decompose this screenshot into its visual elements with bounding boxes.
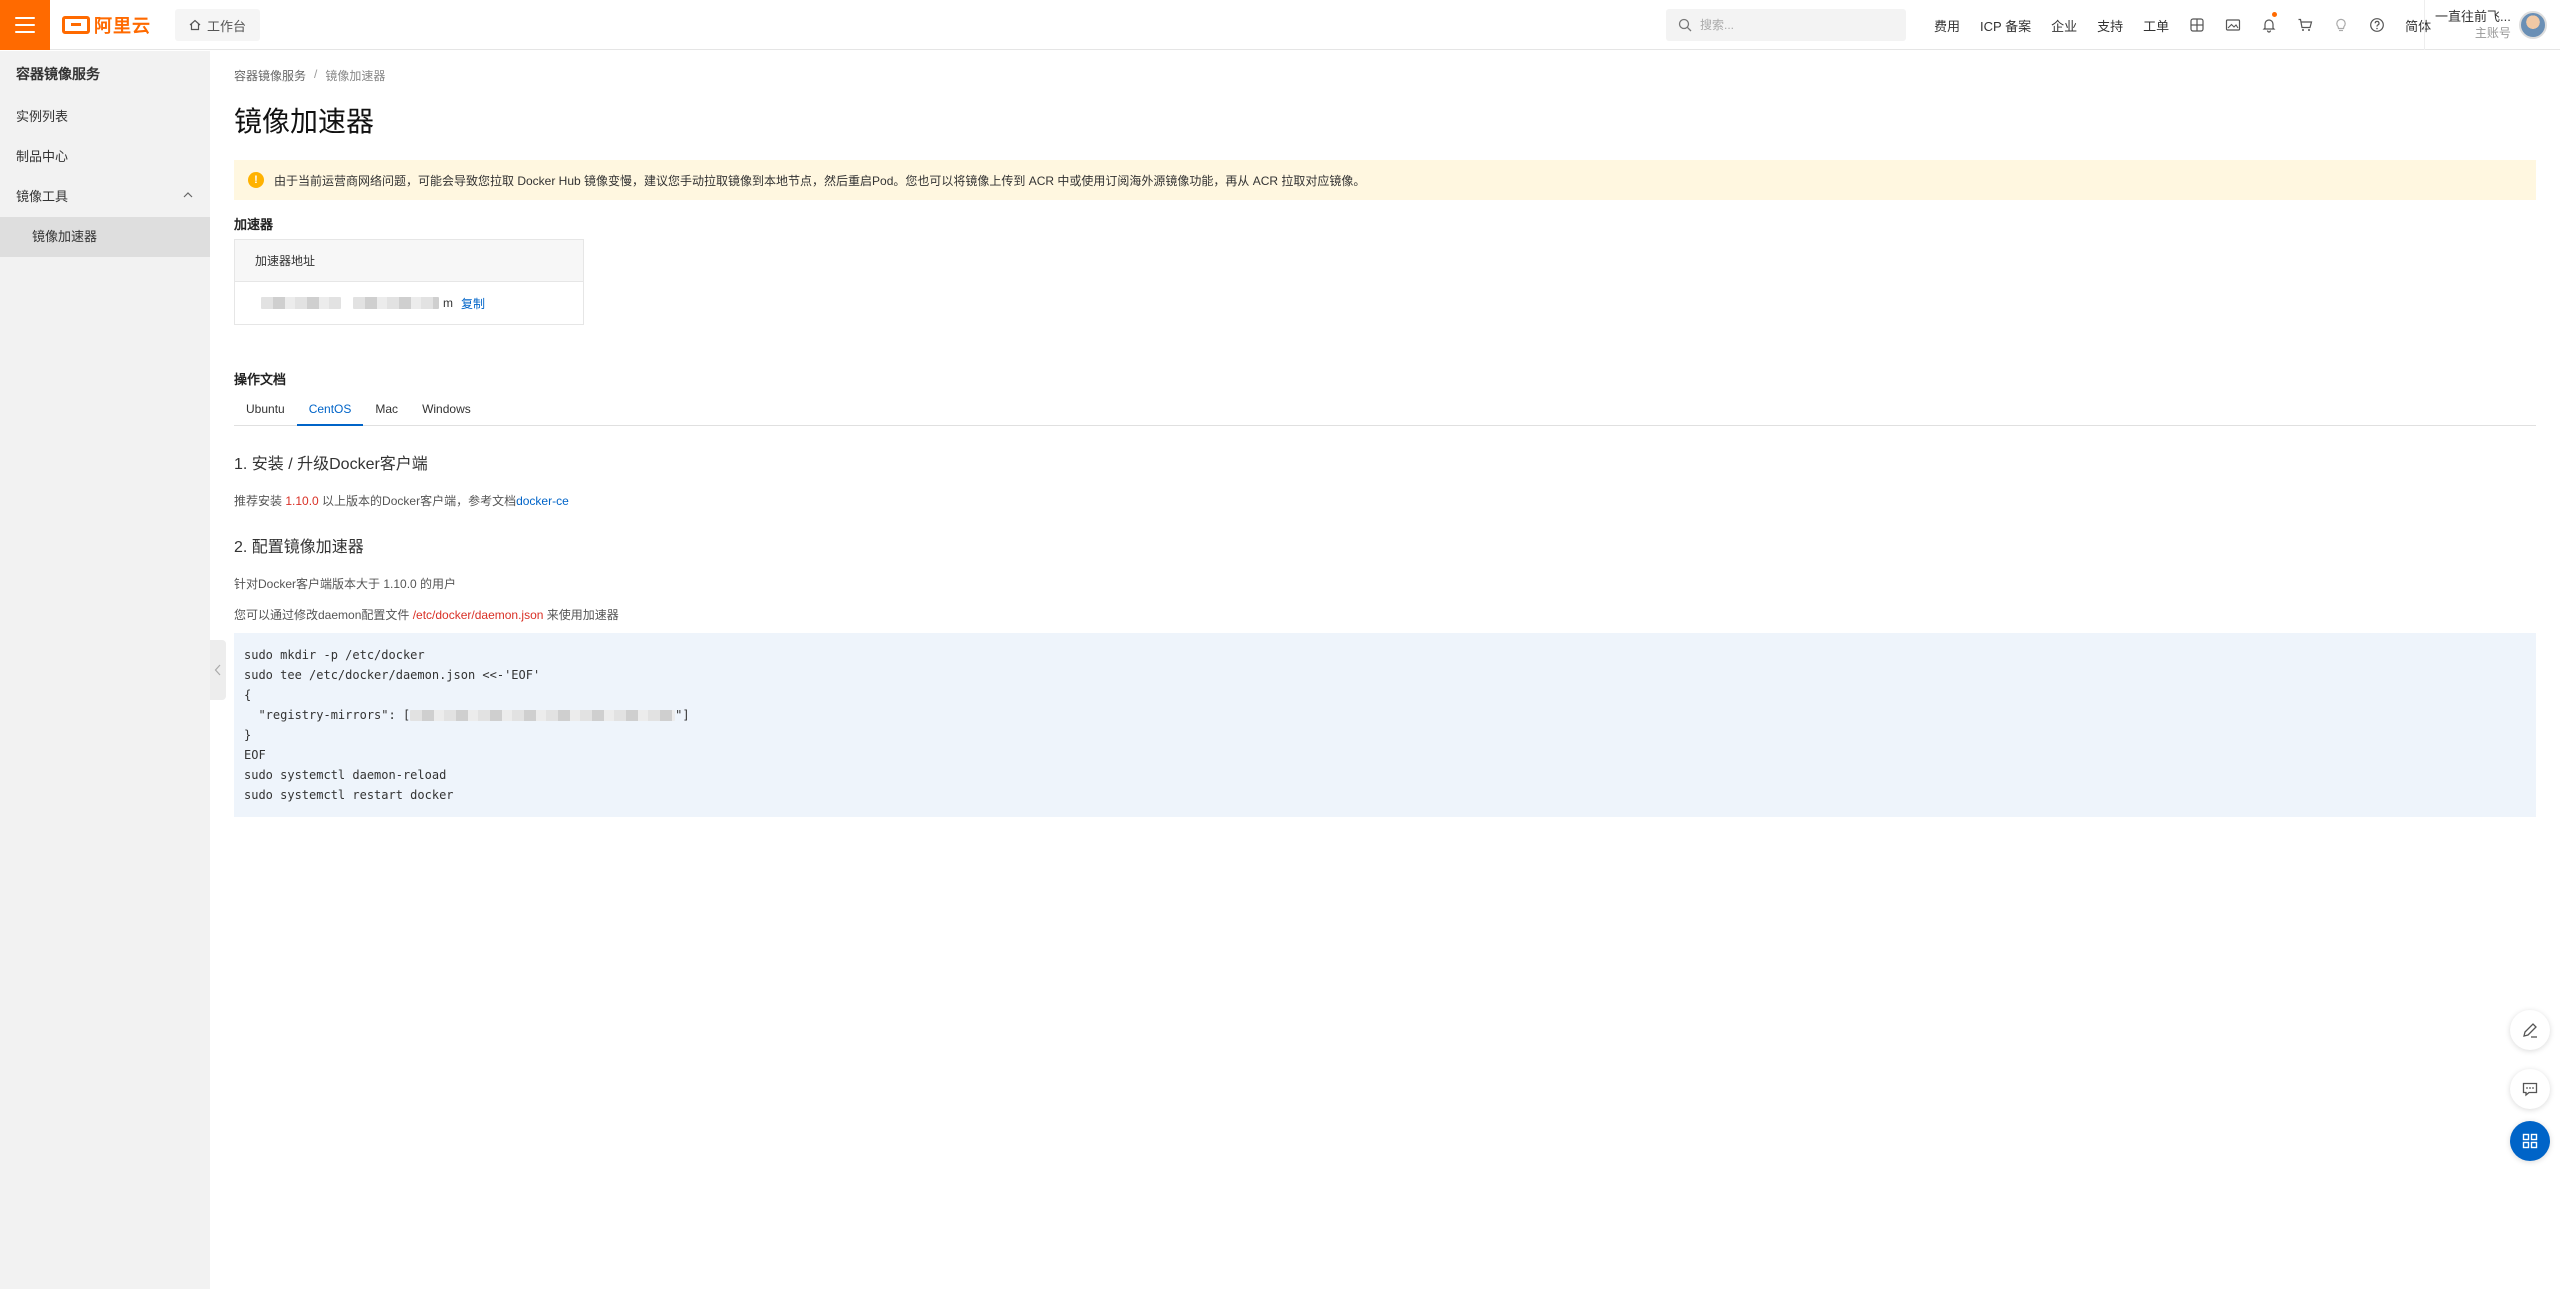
tab-windows[interactable]: Windows [410, 394, 483, 426]
nav-enterprise[interactable]: 企业 [2041, 16, 2087, 35]
warning-alert: ! 由于当前运营商网络问题，可能会导致您拉取 Docker Hub 镜像变慢，建… [234, 160, 2536, 200]
sidebar-item-image-accelerator[interactable]: 镜像加速器 [0, 217, 210, 257]
step1-text-a: 推荐安装 [234, 494, 286, 508]
hamburger-menu-button[interactable] [0, 0, 50, 50]
code-line: sudo tee /etc/docker/daemon.json <<-'EOF… [244, 668, 541, 682]
accelerator-section-title: 加速器 [234, 217, 274, 232]
chevron-up-icon [182, 177, 194, 217]
sidebar-collapse-handle[interactable] [210, 640, 226, 700]
step2-text2: 您可以通过修改daemon配置文件 /etc/docker/daemon.jso… [234, 606, 2536, 623]
search-input[interactable] [1700, 18, 1890, 32]
code-line: sudo systemctl restart docker [244, 788, 454, 802]
chat-button[interactable] [2510, 1069, 2550, 1109]
warning-icon: ! [248, 172, 264, 188]
daemon-json-path: /etc/docker/daemon.json [412, 608, 544, 622]
code-line-suffix: "] [675, 708, 690, 722]
grid-icon [2522, 1133, 2538, 1149]
code-line: sudo systemctl daemon-reload [244, 768, 447, 782]
step1-version: 1.10.0 [285, 494, 319, 508]
home-icon [189, 19, 201, 31]
code-line: "registry-mirrors": [ "] [244, 705, 2526, 725]
docs-section-title: 操作文档 [234, 372, 287, 387]
nav-billing[interactable]: 费用 [1924, 16, 1970, 35]
alert-text: 由于当前运营商网络问题，可能会导致您拉取 Docker Hub 镜像变慢，建议您… [274, 173, 1366, 188]
sidebar-item-image-tools[interactable]: 镜像工具 [0, 177, 210, 217]
user-name: 一直往前飞... [2435, 9, 2511, 24]
code-line: } [244, 728, 252, 742]
avatar[interactable] [2518, 11, 2547, 39]
menu-line [15, 17, 35, 19]
sidebar-item-label: 制品中心 [16, 149, 69, 164]
sidebar-item-label: 镜像工具 [16, 189, 69, 204]
user-info: 一直往前飞... 主账号 [2435, 9, 2511, 41]
accelerator-address-row: m 复制 [235, 282, 583, 324]
main-content: 容器镜像服务 / 镜像加速器 镜像加速器 ! 由于当前运营商网络问题，可能会导致… [234, 51, 2536, 817]
redacted-mirror-url [410, 710, 676, 721]
tab-centos[interactable]: CentOS [296, 394, 364, 426]
search-icon [1678, 18, 1692, 32]
chevron-left-icon [214, 664, 221, 676]
tab-mac[interactable]: Mac [363, 394, 410, 426]
redacted-address [353, 297, 439, 309]
menu-line [15, 31, 35, 33]
search-box[interactable] [1666, 9, 1906, 41]
redacted-address [261, 297, 341, 309]
os-tabs: Ubuntu CentOS Mac Windows [234, 394, 2536, 426]
step1-title: 1. 安装 / 升级Docker客户端 [234, 456, 428, 473]
logo-text: 阿里云 [94, 16, 151, 36]
sidebar-item-label: 镜像加速器 [32, 229, 98, 244]
breadcrumb-item-current: 镜像加速器 [325, 69, 386, 83]
aliyun-logo-icon [62, 16, 90, 34]
cart-icon[interactable] [2287, 0, 2323, 50]
copy-button[interactable]: 复制 [461, 295, 485, 312]
code-line: sudo mkdir -p /etc/docker [244, 648, 425, 662]
image-icon[interactable] [2215, 0, 2251, 50]
lightbulb-icon[interactable] [2323, 0, 2359, 50]
step1-text-b: 以上版本的Docker客户端，参考文档 [318, 494, 517, 508]
workbench-button[interactable]: 工作台 [175, 9, 261, 41]
nav-ticket[interactable]: 工单 [2133, 16, 2179, 35]
feedback-edit-button[interactable] [2510, 1010, 2550, 1050]
code-line-prefix: "registry-mirrors": [ [244, 708, 411, 722]
step2-text2-b: 来使用加速器 [543, 608, 619, 622]
help-icon[interactable] [2359, 0, 2395, 50]
aliyun-logo[interactable]: 阿里云 [62, 13, 151, 37]
code-line: EOF [244, 748, 266, 762]
apps-button[interactable] [2510, 1121, 2550, 1161]
user-menu[interactable]: 一直往前飞... 主账号 [2424, 0, 2560, 50]
sidebar-title: 容器镜像服务 [16, 66, 100, 82]
code-line: { [244, 688, 252, 702]
breadcrumb-item-registry[interactable]: 容器镜像服务 [234, 67, 306, 84]
accelerator-table: 加速器地址 m 复制 [234, 239, 584, 325]
sidebar-item-label: 实例列表 [16, 109, 69, 124]
accelerator-table-header: 加速器地址 [235, 240, 583, 282]
sidebar: 容器镜像服务 实例列表 制品中心 镜像工具 镜像加速器 [0, 51, 210, 1289]
nav-icp[interactable]: ICP 备案 [1970, 16, 2041, 35]
breadcrumb: 容器镜像服务 / 镜像加速器 [234, 67, 2536, 84]
menu-line [15, 24, 35, 26]
step2-title: 2. 配置镜像加速器 [234, 539, 364, 556]
accelerator-address-suffix: m [443, 296, 453, 310]
breadcrumb-separator: / [314, 67, 318, 81]
edit-icon [2523, 1023, 2537, 1038]
code-block: sudo mkdir -p /etc/docker sudo tee /etc/… [234, 633, 2536, 817]
bell-icon[interactable] [2251, 0, 2287, 50]
page-title: 镜像加速器 [234, 106, 375, 137]
sidebar-item-instances[interactable]: 实例列表 [0, 97, 210, 137]
top-navbar: 阿里云 工作台 费用 ICP 备案 企业 支持 工单 简体 [0, 0, 2560, 50]
cloud-shell-icon[interactable] [2179, 0, 2215, 50]
docker-ce-link[interactable]: docker-ce [516, 494, 569, 508]
chat-icon [2522, 1082, 2538, 1097]
top-nav-items: 费用 ICP 备案 企业 支持 工单 简体 [1924, 0, 2441, 50]
workbench-label: 工作台 [207, 18, 247, 34]
nav-support[interactable]: 支持 [2087, 16, 2133, 35]
tab-ubuntu[interactable]: Ubuntu [234, 394, 297, 426]
user-role: 主账号 [2474, 26, 2511, 40]
sidebar-item-artifact-center[interactable]: 制品中心 [0, 137, 210, 177]
step2-text2-a: 您可以通过修改daemon配置文件 [234, 608, 413, 622]
step1-text: 推荐安装 1.10.0 以上版本的Docker客户端，参考文档docker-ce [234, 492, 2536, 509]
step2-text1: 针对Docker客户端版本大于 1.10.0 的用户 [234, 577, 457, 591]
